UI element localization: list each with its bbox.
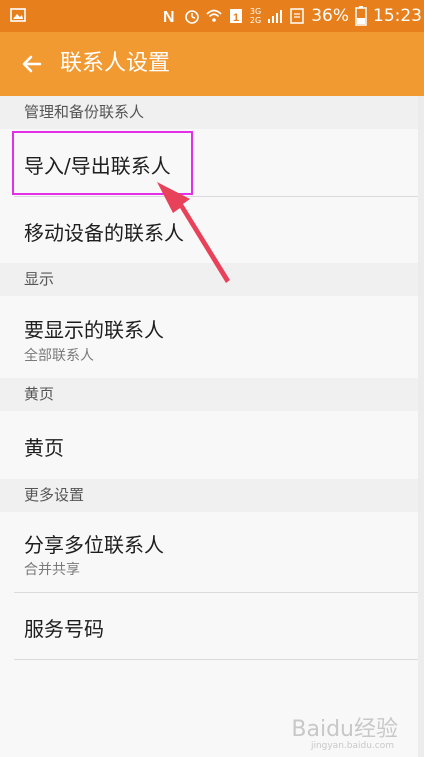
section-header-yellow-pages: 黄页: [0, 378, 418, 411]
arrow-left-icon[interactable]: [20, 50, 44, 78]
battery-icon: [355, 6, 367, 26]
alarm-icon: [185, 10, 199, 24]
watermark: Baidu经验: [291, 717, 398, 742]
settings-item-yellow-pages[interactable]: 黄页: [0, 411, 418, 479]
section-header-label: 显示: [24, 270, 55, 288]
svg-text:N: N: [163, 9, 175, 25]
network-type: 3G 2G: [250, 7, 261, 25]
svg-text:1: 1: [233, 12, 239, 24]
divider: [14, 659, 418, 660]
settings-item-share-multiple[interactable]: 分享多位联系人 合并共享: [0, 512, 418, 592]
item-title: 黄页: [24, 436, 64, 460]
item-title: 分享多位联系人: [24, 533, 164, 557]
highlight-box: [12, 131, 193, 195]
item-subtitle: 全部联系人: [24, 348, 94, 364]
item-subtitle: 合并共享: [24, 562, 80, 578]
watermark-sub: jingyan.baidu.com: [310, 741, 394, 751]
section-header-manage: 管理和备份联系人: [0, 96, 418, 129]
item-title: 移动设备的联系人: [24, 221, 184, 245]
image-icon: [10, 8, 26, 22]
section-header-label: 管理和备份联系人: [24, 103, 145, 121]
settings-item-contacts-to-display[interactable]: 要显示的联系人 全部联系人: [0, 296, 418, 378]
settings-item-service-numbers[interactable]: 服务号码: [0, 593, 418, 659]
notes-icon: [290, 8, 304, 24]
section-header-display: 显示: [0, 263, 418, 296]
section-header-label: 黄页: [24, 385, 55, 403]
signal-icon: [268, 10, 283, 23]
network-label-top: 3G: [249, 7, 262, 16]
status-bar: N 1 3G 2G 36% 15:23: [0, 0, 424, 32]
nfc-icon: N: [163, 9, 175, 25]
network-label-bottom: 2G: [249, 16, 262, 25]
battery-percent: 36%: [311, 6, 349, 26]
settings-item-device-contacts[interactable]: 移动设备的联系人: [0, 197, 418, 263]
item-title: 要显示的联系人: [24, 318, 164, 342]
item-title: 服务号码: [24, 617, 104, 641]
app-bar: 联系人设置: [0, 32, 424, 96]
section-header-label: 更多设置: [24, 486, 85, 504]
clock: 15:23: [373, 6, 422, 26]
page-title: 联系人设置: [60, 51, 171, 76]
wifi-icon: [206, 9, 222, 22]
sim-1-icon: 1: [229, 9, 242, 24]
section-header-more-settings: 更多设置: [0, 479, 418, 512]
scroll-track: [418, 96, 424, 757]
